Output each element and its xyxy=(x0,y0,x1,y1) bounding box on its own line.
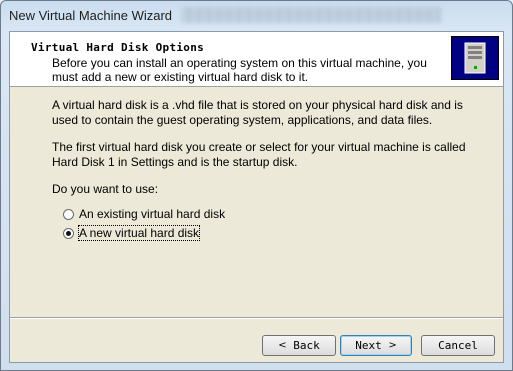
server-icon xyxy=(451,36,499,80)
back-button[interactable]: < Back xyxy=(262,335,336,356)
wizard-window: New Virtual Machine Wizard Virtual Hard … xyxy=(0,0,513,371)
option-existing-disk[interactable]: An existing virtual hard disk xyxy=(63,206,225,222)
blurred-title-background xyxy=(181,7,441,23)
wizard-client-area: Virtual Hard Disk Options Before you can… xyxy=(9,31,504,363)
description-paragraph: A virtual hard disk is a .vhd file that … xyxy=(52,98,463,127)
page-subtitle: Before you can install an operating syst… xyxy=(52,56,427,84)
back-label: Back xyxy=(293,339,320,352)
option-new-label: A new virtual hard disk xyxy=(77,225,201,241)
wizard-header: Virtual Hard Disk Options Before you can… xyxy=(10,32,503,87)
next-arrow-icon: > xyxy=(388,340,397,351)
radio-existing-disk[interactable] xyxy=(63,208,74,220)
option-existing-label: An existing virtual hard disk xyxy=(79,207,226,221)
page-title: Virtual Hard Disk Options xyxy=(31,41,205,54)
radio-new-disk[interactable] xyxy=(63,227,74,239)
window-title: New Virtual Machine Wizard xyxy=(9,8,173,23)
cancel-label: Cancel xyxy=(438,339,478,352)
option-new-disk[interactable]: A new virtual hard disk xyxy=(63,225,201,241)
title-bar[interactable]: New Virtual Machine Wizard xyxy=(1,1,512,31)
startup-disk-paragraph: The first virtual hard disk you create o… xyxy=(52,140,466,169)
back-arrow-icon: < xyxy=(278,340,287,351)
button-separator xyxy=(10,317,503,319)
cancel-button[interactable]: Cancel xyxy=(421,335,495,356)
question-label: Do you want to use: xyxy=(52,182,159,196)
next-button[interactable]: Next > xyxy=(340,335,412,356)
next-label: Next xyxy=(355,339,382,352)
